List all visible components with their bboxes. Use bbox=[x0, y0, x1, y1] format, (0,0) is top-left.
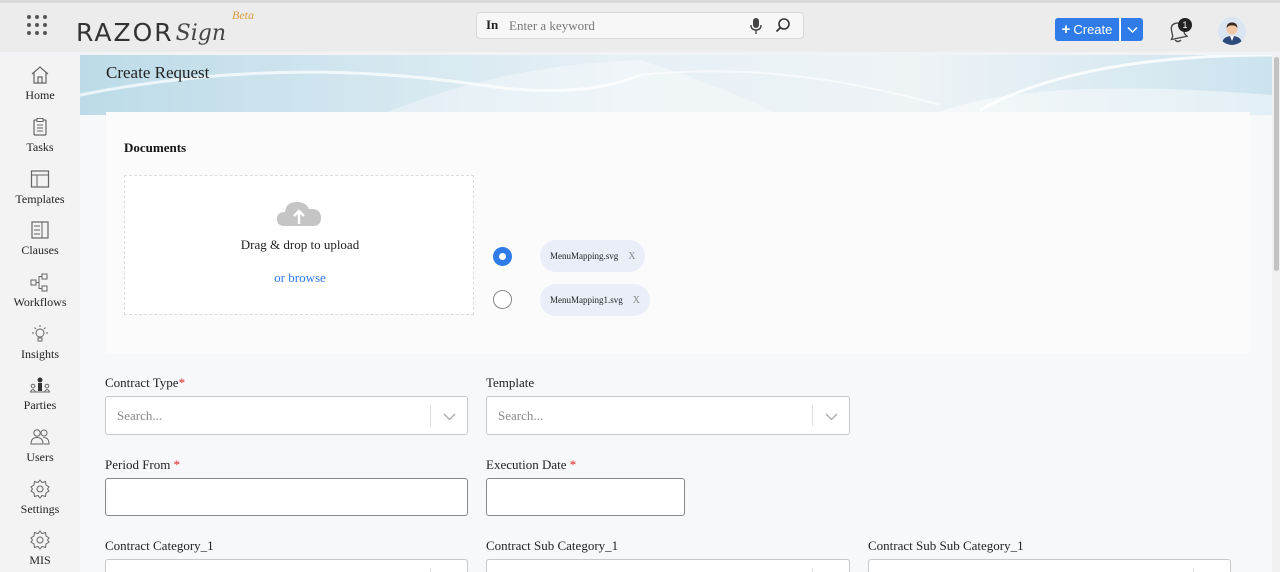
contract-category-1-select[interactable] bbox=[105, 559, 468, 572]
template-select[interactable]: Search... bbox=[486, 396, 850, 435]
select-separator bbox=[430, 405, 431, 426]
select-separator bbox=[812, 405, 813, 426]
execution-date-label-text: Execution Date bbox=[486, 457, 567, 472]
select-separator bbox=[430, 568, 431, 572]
create-button-label: Create bbox=[1073, 22, 1112, 37]
period-from-label-text: Period From bbox=[105, 457, 170, 472]
file-chip: MenuMapping.svg X bbox=[540, 240, 645, 272]
drop-text: Drag & drop to upload bbox=[125, 237, 475, 253]
required-marker: * bbox=[179, 375, 186, 390]
period-from-input[interactable] bbox=[105, 478, 468, 516]
sidebar-item-label: Users bbox=[26, 450, 53, 465]
documents-title: Documents bbox=[124, 140, 186, 156]
search-bar: In bbox=[476, 12, 804, 39]
required-marker: * bbox=[570, 457, 577, 472]
sidebar-item-insights[interactable]: Insights bbox=[0, 323, 80, 373]
sidebar-item-templates[interactable]: Templates bbox=[0, 168, 80, 218]
sidebar-item-label: Settings bbox=[21, 502, 60, 517]
file-radio-selected[interactable] bbox=[493, 247, 512, 266]
logo-script-text: Sign bbox=[176, 21, 226, 47]
sidebar-item-label: Clauses bbox=[21, 243, 58, 258]
sidebar-item-label: Parties bbox=[24, 398, 57, 413]
sidebar-item-workflows[interactable]: Workflows bbox=[0, 271, 80, 321]
logo[interactable]: RAZOR Sign bbox=[76, 13, 226, 47]
period-from-label: Period From * bbox=[105, 457, 180, 473]
sidebar-item-label: Insights bbox=[21, 347, 59, 362]
plus-icon: + bbox=[1062, 21, 1071, 38]
avatar[interactable] bbox=[1218, 17, 1246, 45]
documents-card: Documents Drag & drop to upload or brows… bbox=[106, 112, 1250, 353]
sidebar-item-label: MIS bbox=[29, 553, 50, 568]
upload-dropzone[interactable]: Drag & drop to upload or browse bbox=[124, 175, 474, 315]
sidebar-item-label: Tasks bbox=[26, 140, 53, 155]
contract-type-select[interactable]: Search... bbox=[105, 396, 468, 435]
contract-sub-category-1-label: Contract Sub Category_1 bbox=[486, 538, 618, 554]
required-marker: * bbox=[174, 457, 181, 472]
chevron-down-icon bbox=[1127, 26, 1138, 34]
sidebar-item-mis[interactable]: MIS bbox=[0, 529, 80, 572]
notification-badge: 1 bbox=[1178, 18, 1192, 32]
create-dropdown-button[interactable] bbox=[1120, 18, 1143, 41]
search-scope-badge[interactable]: In bbox=[486, 17, 498, 33]
contract-category-1-label: Contract Category_1 bbox=[105, 538, 214, 554]
sidebar-item-users[interactable]: Users bbox=[0, 426, 80, 476]
select-separator bbox=[1193, 568, 1194, 572]
mis-icon bbox=[29, 529, 51, 551]
beta-label: Beta bbox=[232, 8, 254, 23]
microphone-icon[interactable] bbox=[749, 17, 763, 35]
select-placeholder: Search... bbox=[498, 408, 543, 424]
template-label: Template bbox=[486, 375, 534, 391]
apps-grid-icon[interactable] bbox=[26, 14, 48, 36]
contract-sub-sub-category-1-label: Contract Sub Sub Category_1 bbox=[868, 538, 1024, 554]
clauses-icon bbox=[29, 219, 51, 241]
users-icon bbox=[29, 426, 51, 448]
contract-type-label: Contract Type* bbox=[105, 375, 185, 391]
logo-text: RAZOR bbox=[76, 19, 174, 47]
workflows-icon bbox=[29, 271, 51, 293]
page-scrollbar[interactable] bbox=[1272, 55, 1280, 572]
sidebar-item-settings[interactable]: Settings bbox=[0, 478, 80, 528]
parties-icon bbox=[29, 374, 51, 396]
banner-wave-decoration bbox=[80, 55, 1272, 115]
execution-date-label: Execution Date * bbox=[486, 457, 576, 473]
home-icon bbox=[29, 64, 51, 86]
sidebar: Home Tasks Templates Clauses Workflo bbox=[0, 55, 80, 572]
sidebar-item-label: Templates bbox=[15, 192, 64, 207]
file-name: MenuMapping1.svg bbox=[550, 295, 623, 305]
contract-sub-category-1-select[interactable] bbox=[486, 559, 850, 572]
contract-type-label-text: Contract Type bbox=[105, 375, 179, 390]
chevron-down-icon[interactable] bbox=[825, 410, 838, 423]
top-bar: RAZOR Sign Beta In + Create 1 bbox=[0, 0, 1280, 52]
browse-link[interactable]: or browse bbox=[125, 270, 475, 286]
tasks-icon bbox=[29, 116, 51, 138]
create-button[interactable]: + Create bbox=[1055, 18, 1119, 41]
search-input[interactable] bbox=[509, 16, 739, 36]
main-content: Create Request Documents Drag & drop to … bbox=[80, 55, 1272, 572]
sidebar-item-label: Workflows bbox=[13, 295, 66, 310]
chevron-down-icon[interactable] bbox=[443, 410, 456, 423]
header-banner bbox=[80, 55, 1272, 115]
search-icon[interactable] bbox=[774, 17, 792, 35]
user-avatar-icon bbox=[1218, 17, 1246, 45]
cloud-upload-icon bbox=[275, 196, 323, 232]
file-name: MenuMapping.svg bbox=[550, 251, 618, 261]
contract-sub-sub-category-1-select[interactable] bbox=[868, 559, 1231, 572]
sidebar-item-home[interactable]: Home bbox=[0, 64, 80, 114]
select-separator bbox=[812, 568, 813, 572]
insights-icon bbox=[29, 323, 51, 345]
scrollbar-thumb[interactable] bbox=[1274, 57, 1279, 271]
sidebar-item-tasks[interactable]: Tasks bbox=[0, 116, 80, 166]
file-chip: MenuMapping1.svg X bbox=[540, 284, 650, 316]
select-placeholder: Search... bbox=[117, 408, 162, 424]
remove-file-button[interactable]: X bbox=[633, 295, 640, 306]
templates-icon bbox=[29, 168, 51, 190]
page-title: Create Request bbox=[106, 63, 209, 83]
file-radio[interactable] bbox=[493, 290, 512, 309]
sidebar-item-clauses[interactable]: Clauses bbox=[0, 219, 80, 269]
execution-date-input[interactable] bbox=[486, 478, 685, 516]
remove-file-button[interactable]: X bbox=[628, 251, 635, 262]
sidebar-item-parties[interactable]: Parties bbox=[0, 374, 80, 424]
settings-icon bbox=[29, 478, 51, 500]
sidebar-item-label: Home bbox=[25, 88, 54, 103]
